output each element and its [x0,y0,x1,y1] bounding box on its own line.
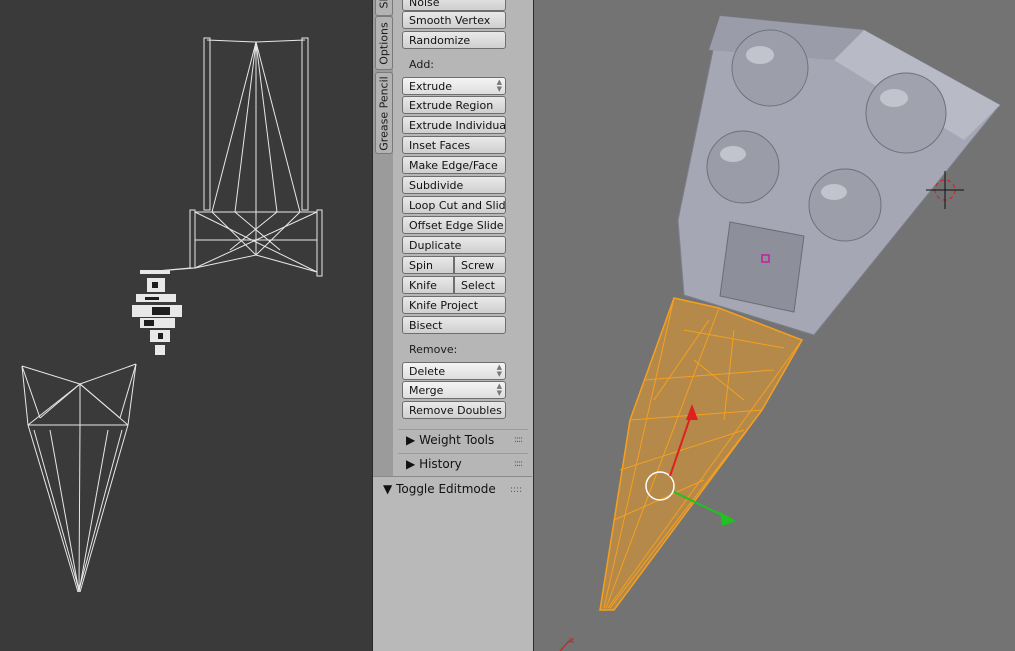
remove-doubles-button[interactable]: Remove Doubles [402,401,506,419]
right-3d-viewport[interactable]: x [533,0,1015,651]
delete-dropdown-label: Delete [409,365,446,378]
extrude-dropdown[interactable]: Extrude ▲ ▼ [402,77,506,95]
ship-model: x [559,15,1001,651]
bisect-button[interactable]: Bisect [402,316,506,334]
weight-tools-subpanel[interactable]: ▶ Weight Tools :::: [398,429,528,449]
make-edge-face-button[interactable]: Make Edge/Face [402,156,506,174]
history-subpanel[interactable]: ▶ History :::: [398,453,528,473]
remove-label: Remove: [409,343,458,356]
extrude-region-button[interactable]: Extrude Region [402,96,506,114]
weight-tools-label: Weight Tools [419,433,495,447]
operator-panel: ▼ Toggle Editmode :::: [373,476,532,651]
merge-dropdown[interactable]: Merge ▲ ▼ [402,381,506,399]
add-label: Add: [409,58,435,71]
tab-grease-pencil-label: Grease Pencil [377,75,391,151]
knife-project-button[interactable]: Knife Project [402,296,506,314]
axis-x-label: x [569,636,575,646]
dropdown-arrows-icon: ▲ ▼ [496,363,502,378]
spin-button[interactable]: Spin [402,256,454,274]
noise-button[interactable]: Noise [402,0,506,11]
extrude-individual-button[interactable]: Extrude Individual [402,116,506,134]
tab-slide[interactable]: Sl [375,0,393,16]
toggle-editmode-header[interactable]: ▼ Toggle Editmode [383,482,496,496]
tab-slide-label: Sl [377,0,391,9]
selected-mesh [599,297,804,611]
drag-handle-icon[interactable]: :::: [510,485,522,495]
inset-faces-button[interactable]: Inset Faces [402,136,506,154]
history-label: History [419,457,462,471]
screw-button[interactable]: Screw [454,256,506,274]
subdivide-button[interactable]: Subdivide [402,176,506,194]
wireframe-mesh [21,37,323,593]
drag-handle-icon[interactable]: :::: [514,454,523,474]
knife-button[interactable]: Knife [402,276,454,294]
merge-dropdown-label: Merge [409,384,444,397]
collapsed-triangle-icon: ▶ [406,457,416,471]
toggle-editmode-title: Toggle Editmode [396,482,496,496]
smooth-vertex-button[interactable]: Smooth Vertex [402,11,506,29]
dome [808,168,882,242]
duplicate-button[interactable]: Duplicate [402,236,506,254]
extrude-dropdown-label: Extrude [409,80,453,93]
dome [706,130,780,204]
left-3d-viewport[interactable] [0,0,372,651]
tool-shelf: Sl Options Grease Pencil Noise Smooth Ve… [372,0,533,651]
tab-options-label: Options [377,21,391,65]
dome [865,72,947,154]
drag-handle-icon[interactable]: :::: [514,430,523,450]
tab-grease-pencil[interactable]: Grease Pencil [375,72,393,154]
offset-edge-slide-button[interactable]: Offset Edge Slide [402,216,506,234]
dropdown-arrows-icon: ▲ ▼ [496,382,502,397]
tab-options[interactable]: Options [375,16,393,70]
randomize-button[interactable]: Randomize [402,31,506,49]
delete-dropdown[interactable]: Delete ▲ ▼ [402,362,506,380]
dropdown-arrows-icon: ▲ ▼ [496,78,502,93]
collapsed-triangle-icon: ▶ [406,433,416,447]
knife-select-button[interactable]: Select [454,276,506,294]
dome [731,29,809,107]
loop-cut-and-slide-button[interactable]: Loop Cut and Slide [402,196,506,214]
expanded-triangle-icon: ▼ [383,482,393,496]
